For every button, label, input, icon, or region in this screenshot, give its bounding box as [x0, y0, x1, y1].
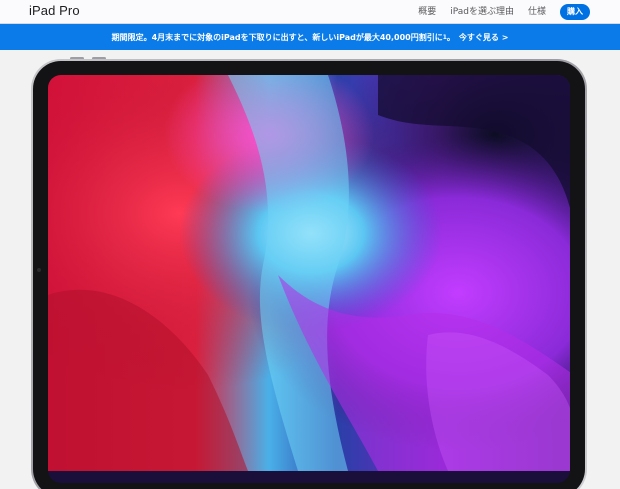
nav-link-overview[interactable]: 概要 — [418, 6, 436, 18]
wallpaper-art — [48, 75, 570, 471]
nav-link-why-ipad[interactable]: iPadを選ぶ理由 — [450, 6, 514, 18]
nav-links: 概要 iPadを選ぶ理由 仕様 購入 — [418, 0, 590, 24]
local-navigation: iPad Pro 概要 iPadを選ぶ理由 仕様 購入 — [0, 0, 620, 24]
buy-button[interactable]: 購入 — [560, 4, 590, 20]
promo-text: 期間限定。4月末までに対象のiPadを下取りに出すと、新しいiPadが最大40,… — [111, 32, 443, 42]
device-bezel — [33, 61, 585, 489]
promo-link[interactable]: 今すぐ見る > — [459, 32, 509, 43]
page: iPad Pro 概要 iPadを選ぶ理由 仕様 購入 期間限定。4月末までに対… — [0, 0, 620, 489]
front-camera-icon — [37, 268, 41, 272]
ipad-screen-wallpaper — [48, 75, 570, 483]
promo-ribbon: 期間限定。4月末までに対象のiPadを下取りに出すと、新しいiPadが最大40,… — [0, 24, 620, 50]
nav-link-specs[interactable]: 仕様 — [528, 6, 546, 18]
ipad-pro-device — [31, 59, 587, 489]
promo-comma: 。 — [446, 32, 455, 42]
product-title[interactable]: iPad Pro — [29, 2, 80, 20]
